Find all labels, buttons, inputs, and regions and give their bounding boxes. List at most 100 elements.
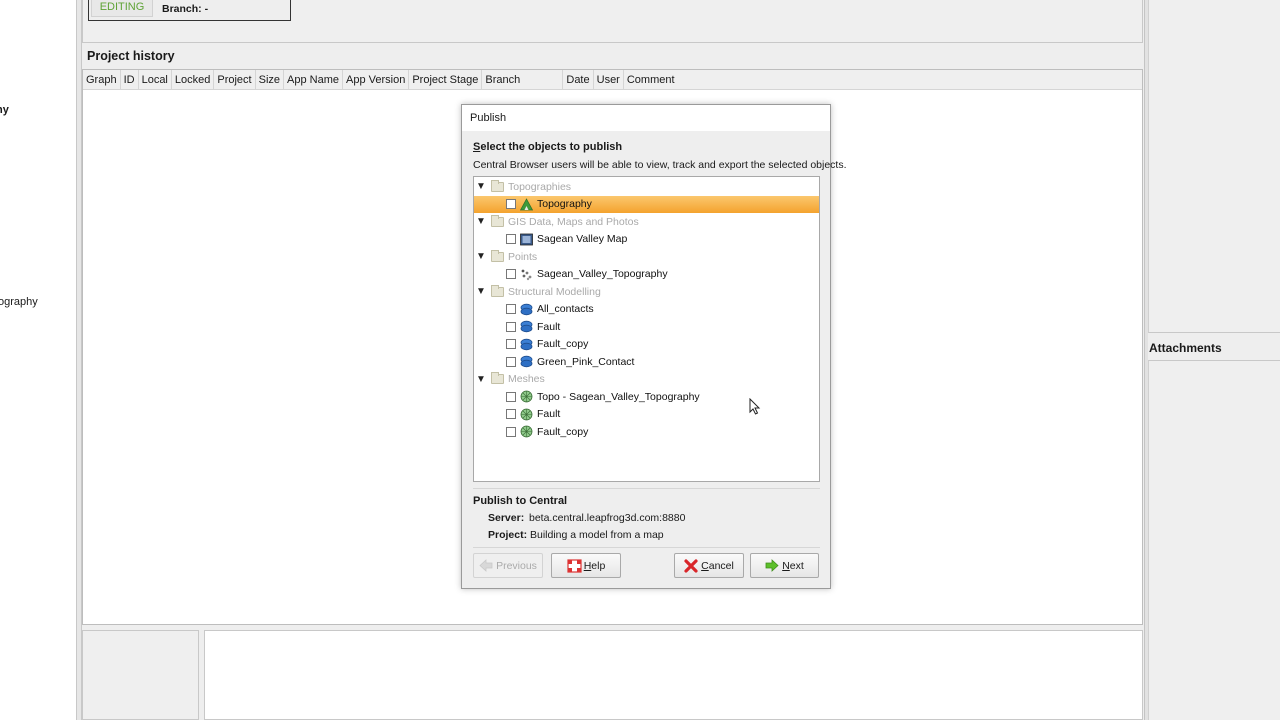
arrow-left-icon (479, 559, 493, 572)
column-header-branch[interactable]: Branch (482, 70, 564, 89)
tree-item-label: Sagean Valley Map (537, 233, 628, 245)
previous-button[interactable]: Previous (473, 553, 543, 578)
divider (473, 547, 820, 548)
cancel-button[interactable]: Cancel (674, 553, 744, 578)
expand-triangle-icon[interactable]: ▼ (476, 216, 488, 227)
tree-item-topography[interactable]: ography (0, 296, 38, 308)
tree-group-label: Structural Modelling (508, 285, 601, 298)
cancel-label: ancel (708, 559, 734, 572)
attachments-panel (1148, 360, 1280, 720)
tree-item-row[interactable]: Topography (474, 195, 819, 213)
previous-label: Previous (496, 559, 537, 572)
folder-icon (491, 284, 504, 297)
surface-icon (520, 355, 533, 368)
column-header-locked[interactable]: Locked (172, 70, 215, 89)
tree-item-row[interactable]: Fault_copy (474, 423, 819, 440)
column-header-id[interactable]: ID (121, 70, 139, 89)
tree-item-label: Fault (537, 320, 561, 333)
item-checkbox[interactable] (506, 321, 516, 332)
project-label: Project: (488, 529, 528, 541)
folder-icon (491, 372, 504, 384)
mesh-icon (520, 425, 533, 438)
item-checkbox[interactable] (506, 304, 516, 314)
tree-item-row[interactable]: All_contacts (474, 301, 819, 318)
tree-item-label: Topo - Sagean_Valley_Topography (537, 390, 700, 403)
tree-item-label: Sagean_Valley_Topography (537, 268, 668, 280)
cancel-x-icon (684, 559, 698, 573)
project-value: Building a model from a map (530, 529, 664, 541)
expand-triangle-icon[interactable]: ▼ (476, 251, 488, 262)
help-button[interactable]: Help (551, 553, 621, 578)
item-checkbox[interactable] (506, 356, 516, 367)
column-header-project[interactable]: Project (214, 70, 256, 89)
publish-dialog: Publish Select the objects to publish Ce… (461, 104, 847, 589)
project-history-title: Project history (87, 49, 175, 63)
tree-group-label: Topographies (508, 180, 572, 193)
tree-item-topography-folder[interactable]: hy (0, 104, 9, 116)
tree-item-row[interactable]: Fault_copy (474, 336, 819, 353)
tree-item-row[interactable]: Fault (474, 318, 819, 335)
tree-group-row[interactable]: ▼ Meshes (474, 371, 819, 388)
branch-label: Branch: - (162, 3, 209, 15)
dialog-titlebar[interactable]: Publish (462, 105, 830, 131)
publish-to-central-title: Publish to Central (473, 495, 568, 507)
next-button[interactable]: Next (750, 553, 819, 578)
tree-group-label: Meshes (508, 373, 545, 385)
item-checkbox[interactable] (506, 269, 516, 279)
topography-icon (519, 197, 534, 211)
tree-item-row[interactable]: Sagean_Valley_Topography (474, 266, 819, 283)
tree-group-row[interactable]: ▼ Points (474, 248, 819, 265)
objects-tree: ▼ Topographies Topography ▼ GIS Data, Maps a… (473, 176, 820, 482)
tree-group-row[interactable]: ▼ GIS Data, Maps and Photos (474, 213, 819, 230)
cancel-accelerator: C (701, 559, 709, 572)
folder-icon (491, 249, 504, 262)
column-header-app-version[interactable]: App Version (343, 70, 410, 89)
mesh-icon (520, 390, 533, 403)
item-checkbox[interactable] (506, 409, 516, 419)
item-checkbox[interactable] (506, 339, 516, 349)
tree-item-row[interactable]: Sagean Valley Map (474, 231, 819, 248)
column-header-project-stage[interactable]: Project Stage (409, 70, 483, 89)
server-label: Server: (488, 512, 525, 524)
history-table-header: Graph ID Local Locked Project Size App N… (83, 70, 1142, 90)
surface-icon (520, 320, 533, 333)
project-tree-panel: hy ography (0, 0, 76, 720)
surface-icon (520, 303, 533, 316)
mesh-icon (520, 408, 533, 421)
details-side-panel (82, 630, 199, 720)
expand-triangle-icon[interactable]: ▼ (476, 286, 488, 297)
tree-item-row[interactable]: Topo - Sagean_Valley_Topography (474, 388, 819, 405)
arrow-right-icon (765, 559, 779, 572)
tree-group-row[interactable]: ▼ Structural Modelling (474, 283, 819, 300)
expand-triangle-icon[interactable]: ▼ (476, 374, 488, 385)
heading-text: elect the objects to publish (480, 141, 623, 153)
dialog-heading: Select the objects to publish (473, 141, 622, 153)
lifebuoy-icon (567, 559, 582, 573)
mouse-cursor-icon (749, 397, 761, 419)
expand-triangle-icon[interactable]: ▼ (476, 181, 488, 192)
item-checkbox[interactable] (506, 199, 516, 209)
tree-group-row[interactable]: ▼ Topographies (474, 178, 819, 195)
help-accelerator: H (583, 559, 592, 572)
column-header-comment[interactable]: Comment (624, 70, 678, 89)
tree-item-row[interactable]: Fault (474, 406, 819, 423)
properties-panel (1148, 0, 1280, 333)
tree-group-label: GIS Data, Maps and Photos (508, 215, 639, 228)
dialog-description: Central Browser users will be able to vi… (473, 159, 847, 171)
item-checkbox[interactable] (506, 234, 516, 244)
tree-item-label: Topography (537, 198, 592, 210)
column-header-local[interactable]: Local (139, 70, 172, 89)
tree-item-row[interactable]: Green_Pink_Contact (474, 353, 819, 370)
attachments-title: Attachments (1149, 341, 1222, 355)
column-header-date[interactable]: Date (563, 70, 594, 89)
item-checkbox[interactable] (506, 391, 516, 402)
column-header-app-name[interactable]: App Name (284, 70, 343, 89)
map-image-icon (520, 233, 533, 246)
tree-item-label: Fault (537, 408, 561, 420)
divider (473, 488, 820, 489)
column-header-user[interactable]: User (594, 70, 624, 89)
item-checkbox[interactable] (506, 426, 516, 437)
points-icon (520, 268, 533, 281)
column-header-size[interactable]: Size (256, 70, 285, 89)
column-header-graph[interactable]: Graph (83, 70, 121, 89)
